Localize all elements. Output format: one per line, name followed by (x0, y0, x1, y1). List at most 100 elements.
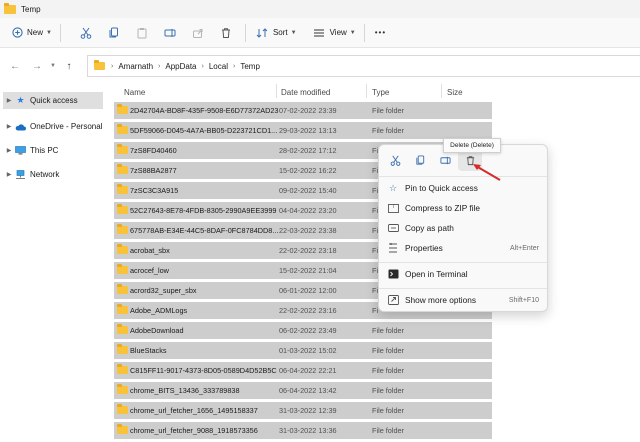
column-divider[interactable] (441, 84, 442, 98)
expand-chevron-icon[interactable]: ▶ (3, 123, 15, 130)
menu-item-pin-quick-access[interactable]: ☆ Pin to Quick access (379, 178, 549, 198)
menu-item-show-more-options[interactable]: Show more options Shift+F10 (379, 290, 549, 310)
column-header-date[interactable]: Date modified (281, 84, 330, 100)
folder-icon (117, 264, 128, 274)
star-icon: ★ (16, 95, 25, 105)
file-date: 07-02-2022 23:39 (279, 106, 337, 115)
back-arrow-icon[interactable]: ← (4, 61, 26, 72)
breadcrumb-separator: › (201, 62, 204, 70)
column-divider[interactable] (366, 84, 367, 98)
toolbar-divider (363, 23, 365, 42)
red-arrow-annotation (473, 164, 501, 181)
view-label: View (329, 28, 347, 37)
up-arrow-icon[interactable]: ↑ (58, 61, 80, 72)
menu-item-open-terminal[interactable]: Open in Terminal (379, 264, 549, 284)
breadcrumb-item[interactable]: Local (209, 62, 228, 71)
sidebar-item-this-pc[interactable]: ▶ This PC (3, 142, 103, 159)
file-name: 7zSC3C3A915 (130, 186, 179, 195)
chevron-down-icon: ▼ (290, 29, 297, 36)
zip-icon (387, 202, 399, 214)
sidebar-item-label: Quick access (30, 96, 78, 105)
menu-item-label: Compress to ZIP file (405, 203, 481, 213)
share-icon[interactable] (187, 22, 209, 44)
file-date: 28-02-2022 17:12 (279, 146, 337, 155)
table-row[interactable]: 2D42704A-BD8F-435F-9508-E6D77372AD23 07-0… (114, 102, 492, 119)
address-bar[interactable]: › Amarnath › AppData › Local › Temp (87, 55, 640, 77)
file-name: chrome_url_fetcher_1656_1495158337 (130, 406, 258, 415)
column-header-type[interactable]: Type (372, 84, 389, 100)
new-button[interactable]: New ▼ (10, 22, 52, 44)
expand-chevron-icon[interactable]: ▶ (3, 147, 15, 154)
menu-item-properties[interactable]: Properties Alt+Enter (379, 238, 549, 258)
view-icon (311, 22, 327, 44)
column-header-name[interactable]: Name (124, 84, 145, 100)
expand-chevron-icon[interactable]: ▶ (3, 97, 15, 104)
folder-icon (117, 164, 128, 174)
more-options-icon[interactable]: ••• (375, 28, 386, 37)
file-date: 06-04-2022 13:42 (279, 386, 337, 395)
folder-icon (94, 60, 105, 70)
sidebar-item-onedrive[interactable]: ▶ OneDrive - Personal (3, 118, 103, 135)
view-button[interactable]: View ▼ (311, 22, 356, 44)
table-row[interactable]: chrome_url_fetcher_9088_1918573356 31-03-… (114, 422, 492, 439)
folder-icon (117, 304, 128, 314)
delete-tooltip: Delete (Delete) (443, 138, 501, 153)
window-title: Temp (21, 4, 41, 14)
table-row[interactable]: chrome_url_fetcher_1656_1495158337 31-03-… (114, 402, 492, 419)
folder-icon (117, 124, 128, 134)
menu-divider (379, 176, 549, 177)
cut-icon[interactable] (383, 149, 407, 171)
recent-chevron-icon[interactable]: ▼ (48, 63, 58, 69)
forward-arrow-icon[interactable]: → (26, 61, 48, 72)
table-row[interactable]: 5DF59066-D045-4A7A-BB05-D223721CD1... 29-… (114, 122, 492, 139)
folder-icon (117, 324, 128, 334)
file-name: acrobat_sbx (130, 246, 170, 255)
file-type: File folder (372, 366, 405, 375)
file-date: 01-03-2022 15:02 (279, 346, 337, 355)
breadcrumb-item[interactable]: Temp (240, 62, 260, 71)
column-header-size[interactable]: Size (447, 84, 463, 100)
new-label: New (27, 28, 44, 37)
menu-item-shortcut: Shift+F10 (508, 296, 539, 304)
expand-chevron-icon[interactable]: ▶ (3, 171, 15, 178)
file-name: 7zS8FD40460 (130, 146, 177, 155)
file-date: 29-03-2022 13:13 (279, 126, 337, 135)
context-menu: ☆ Pin to Quick access Compress to ZIP fi… (378, 144, 549, 312)
sidebar-item-network[interactable]: ▶ Network (3, 166, 103, 183)
menu-divider (379, 288, 549, 289)
file-name: 7zS88BA2877 (130, 166, 177, 175)
cut-icon[interactable] (75, 22, 97, 44)
sort-icon (254, 22, 270, 44)
toolbar-divider (59, 23, 61, 42)
computer-icon (15, 145, 26, 156)
menu-item-label: Copy as path (405, 223, 454, 233)
table-row[interactable]: BlueStacks 01-03-2022 15:02 File folder (114, 342, 492, 359)
rename-icon[interactable] (159, 22, 181, 44)
breadcrumb-item[interactable]: AppData (165, 62, 196, 71)
file-name: AdobeDownload (130, 326, 184, 335)
table-row[interactable]: AdobeDownload 06-02-2022 23:49 File folder (114, 322, 492, 339)
folder-icon (117, 144, 128, 154)
copy-icon[interactable] (408, 149, 432, 171)
table-row[interactable]: C815FF11-9017-4373-8D05-0589D4D52B5C 06-0… (114, 362, 492, 379)
file-name: acrocef_low (130, 266, 169, 275)
properties-icon (387, 242, 399, 254)
folder-icon (117, 404, 128, 414)
sidebar-item-quick-access[interactable]: ▶ ★ Quick access (3, 92, 103, 109)
copy-icon[interactable] (103, 22, 125, 44)
file-date: 22-02-2022 23:16 (279, 306, 337, 315)
file-type: File folder (372, 126, 405, 135)
breadcrumb-item[interactable]: Amarnath (118, 62, 153, 71)
paste-icon[interactable] (131, 22, 153, 44)
table-row[interactable]: chrome_BITS_13436_333789838 06-04-2022 13… (114, 382, 492, 399)
menu-item-copy-as-path[interactable]: Copy as path (379, 218, 549, 238)
column-divider[interactable] (276, 84, 277, 98)
breadcrumb-separator: › (158, 62, 161, 70)
breadcrumb-separator: › (232, 62, 236, 70)
sort-button[interactable]: Sort ▼ (254, 22, 297, 44)
file-name: chrome_url_fetcher_9088_1918573356 (130, 426, 258, 435)
file-date: 22-03-2022 23:38 (279, 226, 337, 235)
menu-item-compress-zip[interactable]: Compress to ZIP file (379, 198, 549, 218)
delete-icon[interactable] (215, 22, 237, 44)
folder-icon (117, 364, 128, 374)
